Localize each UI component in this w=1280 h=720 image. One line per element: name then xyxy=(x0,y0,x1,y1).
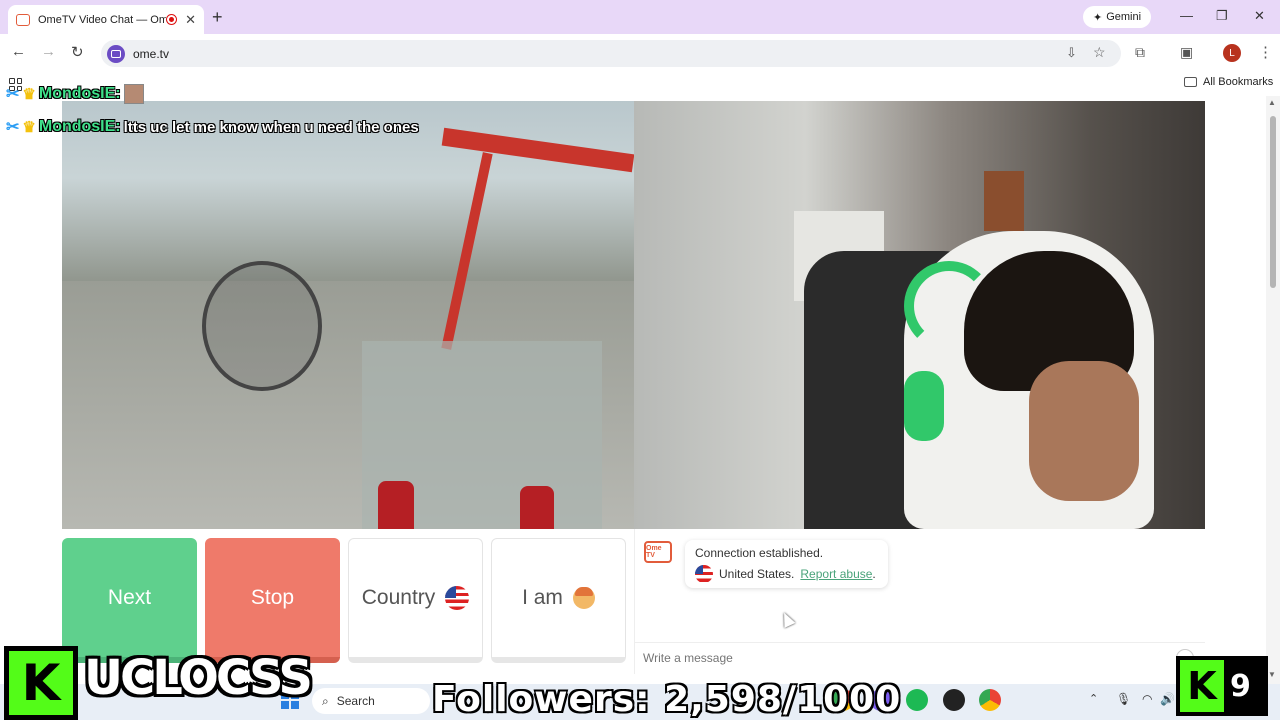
crown-icon: ♛ xyxy=(22,86,36,103)
side-panel-icon[interactable]: ▣ xyxy=(1180,44,1193,61)
local-video xyxy=(634,101,1205,529)
boy-face-icon xyxy=(572,587,595,609)
streamer-name: UCLOCSS xyxy=(84,650,313,706)
taskbar-search-label: Search xyxy=(336,694,375,708)
extensions-icon[interactable]: ⧉ xyxy=(1135,44,1145,61)
overlay-emote-icon xyxy=(123,84,144,104)
overlay-chat-row: ✂ ♛ MondosIE: xyxy=(6,84,144,104)
country-button[interactable]: Country xyxy=(348,538,483,663)
us-flag-icon xyxy=(445,586,470,610)
moderator-wrench-icon: ✂ xyxy=(6,119,20,136)
chat-divider xyxy=(634,642,1205,643)
report-abuse-link[interactable]: Report abuse xyxy=(800,567,872,581)
chrome-profile-icon[interactable] xyxy=(979,689,1001,711)
minimize-icon[interactable]: — xyxy=(1180,8,1193,23)
taskbar-search[interactable]: ⌕ Search xyxy=(312,688,430,714)
browser-tab[interactable]: OmeTV Video Chat — Ome ✕ xyxy=(8,5,204,34)
install-app-icon[interactable]: ⇩ xyxy=(1066,45,1077,61)
kick-logo-icon: K xyxy=(1180,660,1224,712)
country-label: Country xyxy=(361,586,436,609)
next-label: Next xyxy=(107,585,152,609)
obs-icon[interactable] xyxy=(943,689,965,711)
report-suffix: . xyxy=(872,567,876,581)
follower-goal: Followers: 2,598/1000 xyxy=(432,679,902,720)
tab-title: OmeTV Video Chat — Ome xyxy=(38,13,167,26)
search-icon: ⌕ xyxy=(322,693,329,708)
viewer-count: 9 xyxy=(1230,668,1251,704)
address-bar[interactable]: ome.tv xyxy=(101,40,1121,67)
reload-icon[interactable]: ↻ xyxy=(71,43,84,61)
stop-button[interactable]: Stop xyxy=(205,538,340,663)
ometv-favicon-icon xyxy=(16,13,30,26)
tray-chevron-icon[interactable]: ⌃ xyxy=(1089,692,1098,705)
bookmark-star-icon[interactable]: ☆ xyxy=(1093,44,1106,61)
gemini-sparkle-icon: ✦ xyxy=(1092,11,1103,24)
us-flag-icon xyxy=(695,565,713,583)
bookmarks-bar xyxy=(0,72,1280,96)
all-bookmarks-label: All Bookmarks xyxy=(1203,76,1274,88)
all-bookmarks-button[interactable]: All Bookmarks xyxy=(1184,76,1273,88)
kick-logo-icon: K xyxy=(4,646,78,720)
close-window-icon[interactable]: ✕ xyxy=(1254,8,1265,24)
ometv-logo-icon: Ome TV xyxy=(644,541,672,563)
stop-label: Stop xyxy=(250,585,295,609)
recording-icon xyxy=(166,14,178,25)
scrollbar-thumb[interactable] xyxy=(1270,116,1276,288)
message-input[interactable] xyxy=(643,649,1173,667)
gemini-label: Gemini xyxy=(1106,11,1142,23)
forward-icon[interactable]: → xyxy=(41,43,56,60)
scroll-down-icon[interactable]: ▼ xyxy=(1268,670,1276,679)
restore-icon[interactable]: ❐ xyxy=(1216,8,1228,24)
gender-button[interactable]: I am xyxy=(491,538,626,663)
new-tab-button[interactable]: + xyxy=(212,7,223,28)
iam-label: I am xyxy=(522,586,563,609)
wifi-icon[interactable]: ◠ xyxy=(1142,692,1152,706)
folder-icon xyxy=(1184,77,1197,87)
back-icon[interactable]: ← xyxy=(11,43,26,60)
volume-icon[interactable]: 🔊 xyxy=(1160,692,1175,706)
site-info-icon[interactable] xyxy=(107,44,125,63)
address-url: ome.tv xyxy=(133,46,170,61)
moderator-wrench-icon: ✂ xyxy=(6,86,20,103)
spotify-icon[interactable] xyxy=(906,689,928,711)
scroll-up-icon[interactable]: ▲ xyxy=(1268,98,1276,107)
partner-country: United States. xyxy=(719,567,795,581)
overlay-message: ltts uc let me know when u need the ones xyxy=(123,118,419,136)
overlay-username: MondosIE: xyxy=(38,85,121,102)
profile-avatar[interactable]: L xyxy=(1223,44,1241,62)
crown-icon: ♛ xyxy=(22,119,36,136)
next-button[interactable]: Next xyxy=(62,538,197,663)
overlay-username: MondosIE: xyxy=(38,118,121,135)
gemini-button[interactable]: ✦ Gemini xyxy=(1083,6,1151,28)
menu-icon[interactable]: ⋮ xyxy=(1258,43,1273,61)
system-message: Connection established. United States. R… xyxy=(685,540,888,588)
viewer-count-badge: K 9 xyxy=(1176,656,1268,716)
microphone-icon[interactable]: 🎙 xyxy=(1116,692,1131,706)
overlay-chat-row: ✂ ♛ MondosIE: ltts uc let me know when u… xyxy=(6,117,419,137)
connection-status: Connection established. xyxy=(695,546,824,560)
remote-video xyxy=(62,101,634,529)
close-tab-icon[interactable]: ✕ xyxy=(185,12,196,28)
